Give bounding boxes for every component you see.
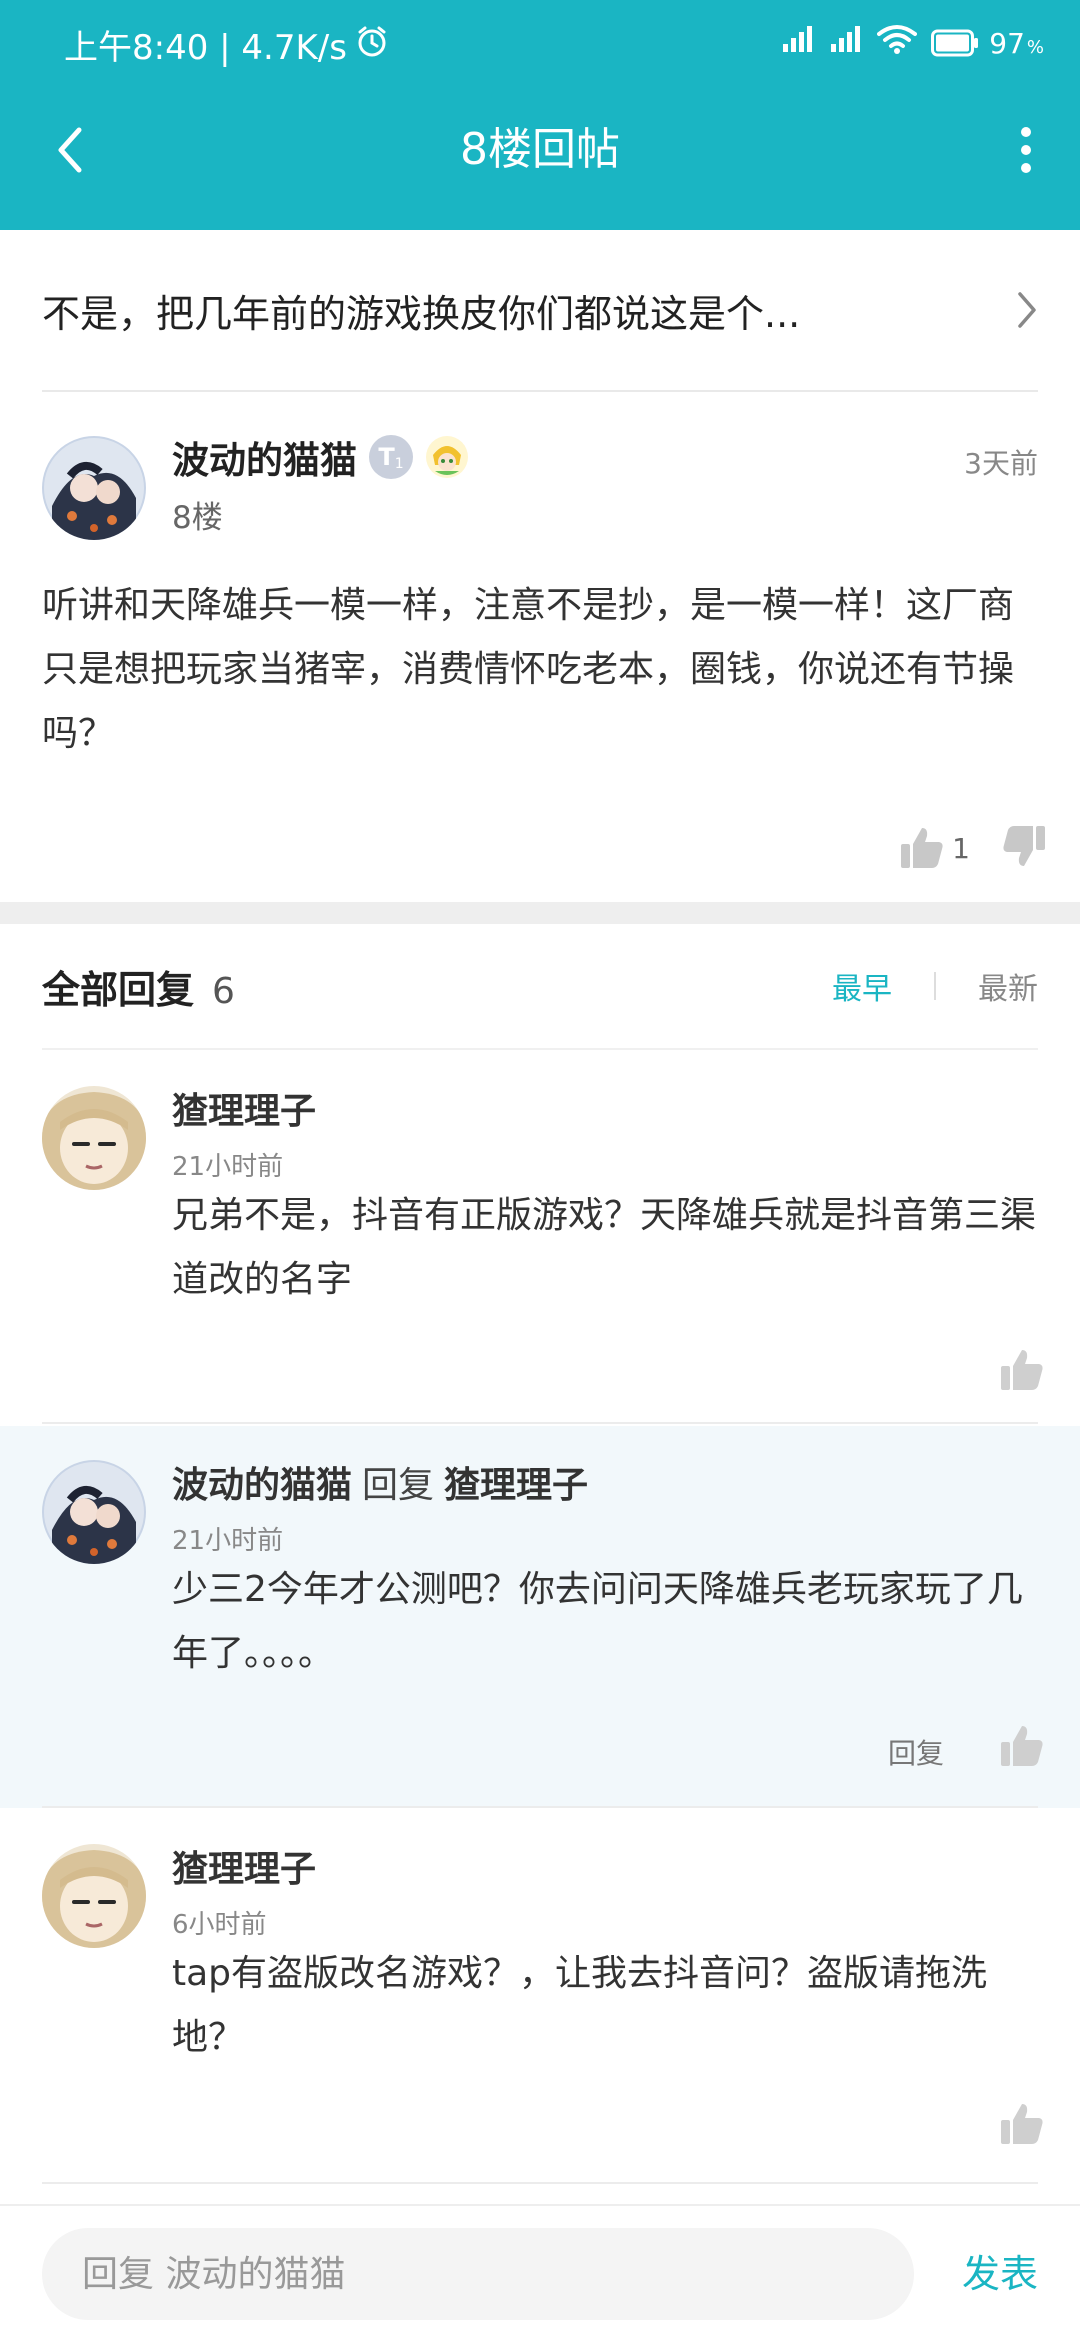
sort-earliest-button[interactable]: 最早 — [832, 964, 892, 1008]
reply-author[interactable]: 波动的猫猫 — [172, 1465, 352, 1506]
like-button[interactable] — [998, 2100, 1046, 2148]
badge-level-text: T — [378, 443, 395, 471]
avatar[interactable] — [42, 1086, 146, 1190]
post-time: 3天前 — [964, 447, 1038, 480]
reply-separator — [42, 1806, 1038, 1808]
thumbs-up-icon — [901, 828, 943, 868]
top-bar: 上午8:40 | 4.7K/s 97 % 8楼回帖 — [0, 0, 1080, 230]
signal-icon — [781, 24, 815, 62]
post-actions: 1 — [898, 822, 1048, 874]
like-button[interactable]: 1 — [898, 824, 970, 872]
thumbs-up-icon — [1001, 2104, 1043, 2144]
section-divider — [0, 902, 1080, 924]
dislike-button[interactable] — [1000, 822, 1048, 874]
main-post: 波动的猫猫 T 1 8楼 3天前 听讲和天降雄兵一模一样，注意不是抄，是一模一样… — [0, 394, 1080, 902]
thread-title: 不是，把几年前的游戏换皮你们都说这是个... — [42, 291, 801, 336]
thumbs-down-icon — [1003, 826, 1045, 866]
avatar[interactable] — [42, 1460, 146, 1564]
reply-item[interactable]: 猹理理子 21小时前 兄弟不是，抖音有正版游戏？天降雄兵就是抖音第三渠道改的名字 — [0, 1052, 1080, 1424]
reply-input[interactable] — [42, 2228, 914, 2320]
avatar-badge-icon — [425, 435, 469, 479]
thumbs-up-icon — [1001, 1726, 1043, 1766]
reply-item-highlighted[interactable]: 波动的猫猫 回复 猹理理子 21小时前 少三2今年才公测吧？你去问问天降雄兵老玩家玩… — [0, 1426, 1080, 1808]
avatar[interactable] — [42, 436, 146, 540]
chevron-right-icon — [1018, 292, 1036, 328]
reply-item[interactable]: 猹理理子 6小时前 tap有盗版改名游戏？，让我去抖音问？盗版请拖洗地？ — [0, 1810, 1080, 2204]
battery-percent: 97 — [989, 26, 1025, 60]
battery-indicator: 97 % — [931, 27, 1044, 60]
reply-time: 21小时前 — [172, 1526, 284, 1556]
replies-title: 全部回复 — [42, 967, 195, 1012]
battery-icon — [931, 29, 979, 57]
post-author-name[interactable]: 波动的猫猫 — [172, 430, 357, 484]
status-time-speed: 上午8:40 | 4.7K/s — [64, 28, 347, 68]
alarm-icon — [355, 24, 389, 72]
thumbs-up-icon — [1001, 1350, 1043, 1390]
reply-body: tap有盗版改名游戏？，让我去抖音问？盗版请拖洗地？ — [172, 1953, 988, 2058]
badge-level-sub: 1 — [394, 456, 404, 472]
reply-body: 兄弟不是，抖音有正版游戏？天降雄兵就是抖音第三渠道改的名字 — [172, 1195, 1037, 1300]
battery-percent-unit: % — [1026, 36, 1044, 58]
reply-to-word: 回复 — [362, 1465, 435, 1506]
like-button[interactable] — [998, 1346, 1046, 1394]
sort-toggle: 最早 最新 — [832, 964, 1038, 1008]
replies-header: 全部回复 6 最早 最新 — [42, 924, 1038, 1050]
wifi-icon — [877, 24, 918, 62]
replies-count: 6 — [212, 970, 235, 1012]
post-floor: 8楼 — [172, 500, 223, 536]
reply-body: 少三2今年才公测吧？你去问问天降雄兵老玩家玩了几年了。。。。 — [172, 1569, 1023, 1674]
post-body: 听讲和天降雄兵一模一样，注意不是抄，是一模一样！这厂商只是想把玩家当猪宰，消费情… — [42, 585, 1015, 754]
level-badge-icon: T 1 — [369, 435, 413, 479]
more-vertical-icon[interactable] — [1006, 118, 1046, 182]
reply-time: 21小时前 — [172, 1152, 284, 1182]
like-button[interactable] — [998, 1722, 1046, 1770]
status-bar-right: 97 % — [781, 24, 1044, 62]
reply-author[interactable]: 猹理理子 — [172, 1840, 316, 1892]
page-title: 8楼回帖 — [460, 124, 620, 175]
reply-author-row: 波动的猫猫 回复 猹理理子 — [172, 1456, 588, 1508]
thread-title-link[interactable]: 不是，把几年前的游戏换皮你们都说这是个... — [42, 230, 1038, 392]
reply-time: 6小时前 — [172, 1910, 267, 1940]
bottom-reply-bar: 发表 — [0, 2204, 1080, 2340]
reply-author[interactable]: 猹理理子 — [172, 1082, 316, 1134]
sort-latest-button[interactable]: 最新 — [978, 964, 1038, 1008]
send-button[interactable]: 发表 — [962, 2228, 1038, 2320]
like-count: 1 — [952, 831, 970, 865]
reply-separator — [42, 1422, 1038, 1424]
sort-separator — [934, 972, 936, 1000]
screen: 上午8:40 | 4.7K/s 97 % 8楼回帖 不是，把几年前的游戏换皮你们… — [0, 0, 1080, 2340]
post-author-row: 波动的猫猫 T 1 — [172, 430, 469, 484]
avatar[interactable] — [42, 1844, 146, 1948]
reply-button[interactable]: 回复 — [888, 1732, 944, 1772]
signal-icon-2 — [829, 24, 863, 62]
reply-to-author[interactable]: 猹理理子 — [444, 1465, 588, 1506]
reply-separator — [42, 2182, 1038, 2184]
status-bar-left: 上午8:40 | 4.7K/s — [64, 24, 389, 72]
